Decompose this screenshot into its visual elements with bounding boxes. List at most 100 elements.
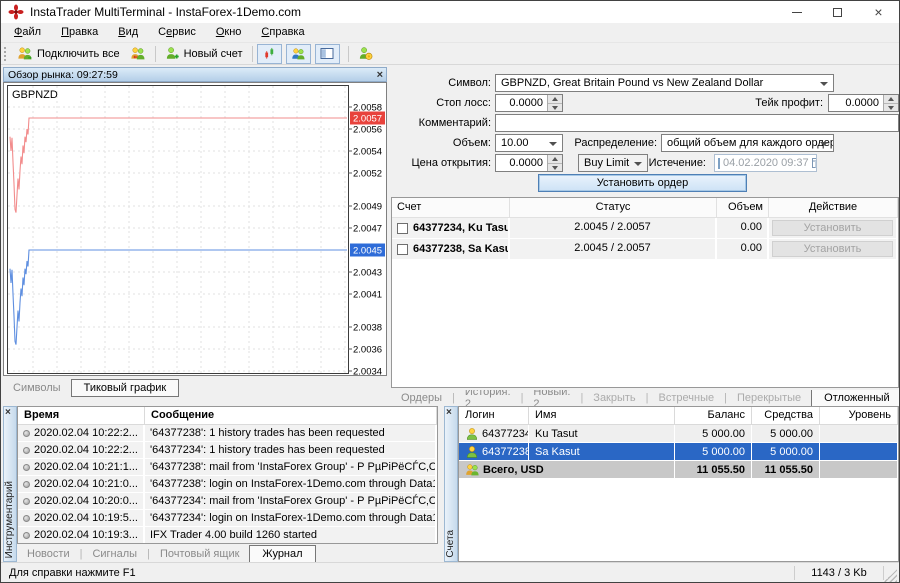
- account-row[interactable]: 64377234Ku Tasut5 000.005 000.00: [459, 425, 898, 443]
- disconnect-all-icon: [130, 46, 146, 61]
- menu-Правка[interactable]: Правка: [51, 24, 108, 41]
- take-profit-stepper[interactable]: [883, 95, 898, 111]
- take-profit-label: Тейк профит:: [723, 94, 823, 112]
- order-tab-4[interactable]: Закрыть: [583, 390, 645, 406]
- stop-loss-stepper[interactable]: [547, 95, 562, 111]
- set-order-button[interactable]: Установить: [772, 241, 893, 257]
- order-type-select[interactable]: Buy Limit: [578, 154, 648, 172]
- accounts-col-1[interactable]: Логин: [459, 407, 529, 424]
- set-order-button[interactable]: Установить: [772, 220, 893, 236]
- log-bullet-icon: [23, 430, 30, 437]
- journal-row[interactable]: 2020.02.04 10:21:1...'64377238': mail fr…: [18, 459, 437, 476]
- order-tab-1[interactable]: Ордеры: [391, 390, 452, 406]
- log-bullet-icon: [23, 532, 30, 539]
- distribution-select[interactable]: общий объем для каждого ордера: [661, 134, 834, 152]
- journal-tabs: Новости|Сигналы|Почтовый ящикЖурнал: [17, 545, 438, 562]
- journal-tab-3[interactable]: Почтовый ящик: [150, 546, 249, 562]
- terminal-panel-toggle-button[interactable]: [315, 44, 340, 64]
- resize-grip[interactable]: [884, 569, 897, 582]
- tick-chart[interactable]: 2.00582.00562.00542.00522.00492.00472.00…: [3, 82, 387, 376]
- accounts-close-icon[interactable]: ×: [446, 407, 452, 418]
- connect-all-label: Подключить все: [37, 48, 120, 60]
- journal-col-1[interactable]: Время: [18, 407, 145, 424]
- menu-Файл[interactable]: Файл: [4, 24, 51, 41]
- disconnect-all-button[interactable]: [125, 44, 151, 64]
- order-col-4[interactable]: Действие: [769, 198, 898, 217]
- account-row[interactable]: 64377238Sa Kasut5 000.005 000.00: [459, 443, 898, 461]
- order-col-3[interactable]: Объем: [717, 198, 769, 217]
- accounts-strip-label: Счета: [445, 530, 457, 558]
- menu-Сервис[interactable]: Сервис: [148, 24, 206, 41]
- order-tab-6[interactable]: Перекрытые: [727, 390, 811, 406]
- open-price-input[interactable]: 0.0000: [495, 154, 563, 172]
- log-bullet-icon: [23, 498, 30, 505]
- expiry-input[interactable]: 04.02.2020 09:37: [714, 154, 817, 172]
- place-order-button[interactable]: Установить ордер: [538, 174, 747, 192]
- order-tab-7[interactable]: Отложенный: [811, 390, 900, 406]
- journal-tab-4[interactable]: Журнал: [249, 545, 315, 563]
- market-watch-icon: [263, 47, 276, 60]
- journal-row[interactable]: 2020.02.04 10:19:5...'64377234': login o…: [18, 510, 437, 527]
- journal-row[interactable]: 2020.02.04 10:20:0...'64377234': mail fr…: [18, 493, 437, 510]
- account-checkbox[interactable]: [397, 223, 408, 234]
- svg-text:2.0038: 2.0038: [353, 323, 382, 334]
- order-col-2[interactable]: Статус: [510, 198, 717, 217]
- order-account-row[interactable]: 64377238, Sa Kasut2.0045 / 2.00570.00Уст…: [392, 239, 898, 259]
- market-tab-1[interactable]: Символы: [3, 380, 71, 396]
- journal-row[interactable]: 2020.02.04 10:22:2...'64377234': 1 histo…: [18, 442, 437, 459]
- accounts-col-3[interactable]: Баланс: [675, 407, 752, 424]
- accounts-strip[interactable]: × Счета: [444, 406, 458, 562]
- journal-row[interactable]: 2020.02.04 10:21:0...'64377238': login o…: [18, 476, 437, 493]
- minimize-button[interactable]: [776, 1, 817, 23]
- comment-input[interactable]: [495, 114, 899, 132]
- journal-tab-1[interactable]: Новости: [17, 546, 80, 562]
- maximize-button[interactable]: [817, 1, 858, 23]
- comment-label: Комментарий:: [396, 114, 491, 132]
- symbol-select[interactable]: GBPNZD, Great Britain Pound vs New Zeala…: [495, 74, 834, 92]
- account-checkbox[interactable]: [397, 244, 408, 255]
- toolbox-close-icon[interactable]: ×: [5, 407, 11, 418]
- market-overview-close-icon[interactable]: ×: [377, 68, 383, 82]
- toolbar-separator: [348, 46, 349, 62]
- menu-Справка[interactable]: Справка: [251, 24, 314, 41]
- toolbar-grip[interactable]: [4, 47, 8, 61]
- market-watch-toggle-button[interactable]: [257, 44, 282, 64]
- market-tab-2[interactable]: Тиковый график: [71, 379, 180, 397]
- account-person-icon: [465, 427, 479, 441]
- window-title: InstaTrader MultiTerminal - InstaForex-1…: [30, 5, 301, 19]
- journal-tab-2[interactable]: Сигналы: [82, 546, 147, 562]
- chevron-down-icon: [820, 142, 828, 146]
- open-price-stepper[interactable]: [547, 155, 562, 171]
- order-tab-2[interactable]: История: 2: [455, 390, 521, 406]
- accounts-icon: [291, 47, 306, 61]
- account-settings-button[interactable]: [353, 44, 378, 64]
- toolbox-strip[interactable]: × Инструментарий: [3, 406, 17, 562]
- connect-all-button[interactable]: Подключить все: [12, 44, 125, 64]
- accounts-table: ЛогинИмяБалансСредстваУровень64377234Ku …: [458, 406, 899, 562]
- new-account-button[interactable]: Новый счет: [160, 44, 248, 64]
- order-col-1[interactable]: Счет: [392, 198, 510, 217]
- journal-row[interactable]: 2020.02.04 10:22:2...'64377238': 1 histo…: [18, 425, 437, 442]
- stop-loss-input[interactable]: 0.0000: [495, 94, 563, 112]
- accounts-toggle-button[interactable]: [286, 44, 311, 64]
- menu-Вид[interactable]: Вид: [108, 24, 148, 41]
- take-profit-input[interactable]: 0.0000: [828, 94, 899, 112]
- expiry-label: Истечение:: [646, 154, 706, 172]
- order-account-row[interactable]: 64377234, Ku Tasut2.0045 / 2.00570.00Уст…: [392, 218, 898, 238]
- account-settings-icon: [358, 46, 373, 61]
- calendar-button[interactable]: [812, 158, 817, 168]
- market-overview-header[interactable]: Обзор рынка: 09:27:59 ×: [3, 67, 387, 82]
- accounts-col-2[interactable]: Имя: [529, 407, 675, 424]
- accounts-col-5[interactable]: Уровень: [820, 407, 898, 424]
- accounts-col-4[interactable]: Средства: [752, 407, 820, 424]
- close-button[interactable]: ×: [858, 1, 899, 23]
- expiry-checkbox[interactable]: [718, 158, 720, 169]
- log-bullet-icon: [23, 464, 30, 471]
- journal-row[interactable]: 2020.02.04 10:19:3...IFX Trader 4.00 bui…: [18, 527, 437, 544]
- order-tab-5[interactable]: Встречные: [649, 390, 725, 406]
- menu-Окно[interactable]: Окно: [206, 24, 252, 41]
- journal-col-2[interactable]: Сообщение: [145, 407, 437, 424]
- order-tabs: Ордеры|История: 2|Новый: 2|Закрыть|Встре…: [391, 390, 900, 406]
- volume-select[interactable]: 10.00: [495, 134, 563, 152]
- order-tab-3[interactable]: Новый: 2: [523, 390, 580, 406]
